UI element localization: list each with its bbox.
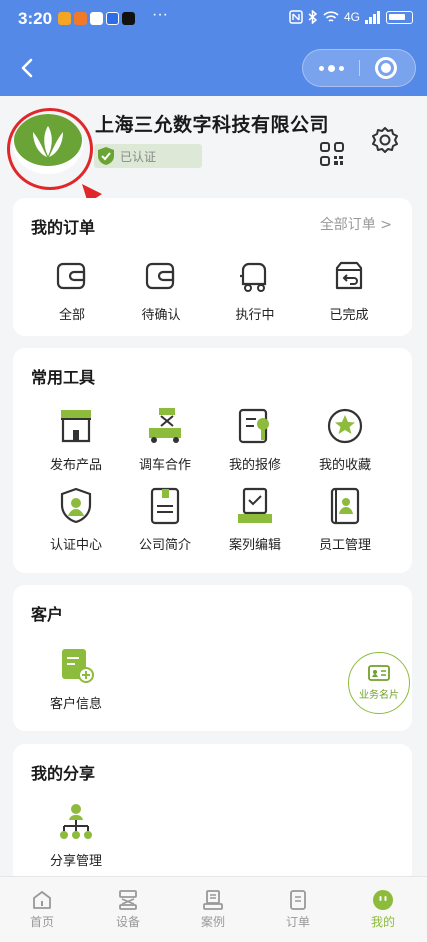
wallet-icon — [56, 262, 86, 290]
orders-title: 我的订单 — [31, 218, 96, 237]
battery-icon — [386, 10, 413, 24]
tool-case-edit[interactable]: 案列编辑 — [210, 486, 300, 553]
edit-case-icon — [238, 487, 272, 523]
tool-label: 调车合作 — [138, 458, 191, 473]
bottom-tab-bar: 首页 设备 案例 订单 我的 — [0, 876, 427, 942]
customer-add-icon — [62, 649, 94, 683]
order-filter-completed[interactable]: 已完成 — [304, 256, 394, 323]
shield-check-icon — [60, 487, 92, 524]
verified-badge: 已认证 — [94, 144, 202, 168]
tool-publish-product[interactable]: 发布产品 — [31, 406, 121, 473]
app-notification-icon — [74, 12, 87, 25]
tool-company-profile[interactable]: 公司简介 — [120, 486, 210, 553]
app-notification-icon — [58, 12, 71, 25]
order-filter-label: 全部 — [58, 308, 85, 323]
document-icon — [150, 487, 180, 525]
shop-icon — [61, 410, 91, 443]
tool-label: 发布产品 — [49, 458, 102, 473]
tool-label: 我的报修 — [228, 458, 281, 473]
equipment-icon — [119, 890, 137, 910]
status-more-dots: ··· — [152, 6, 168, 23]
order-filter-label: 已完成 — [329, 308, 369, 323]
tool-my-repairs[interactable]: 我的报修 — [210, 406, 300, 473]
qr-code-icon[interactable] — [320, 142, 344, 166]
staff-icon — [330, 487, 360, 525]
tab-cases[interactable]: 案例 — [178, 889, 248, 930]
verified-label: 已认证 — [120, 149, 157, 164]
tools-card: 常用工具 发布产品 调车合作 我的报修 我的收藏 认证中心 公司简介 案列编辑 … — [13, 348, 412, 573]
order-filter-pending[interactable]: 待确认 — [116, 256, 206, 323]
tab-label: 订单 — [285, 915, 310, 929]
share-card: 我的分享 分享管理 — [13, 744, 412, 884]
app-notification-icon — [106, 12, 119, 25]
customers-card: 客户 客户信息 — [13, 585, 412, 731]
tool-car-cooperation[interactable]: 调车合作 — [120, 406, 210, 473]
share-management-button[interactable]: 分享管理 — [31, 802, 121, 869]
wifi-icon — [323, 11, 339, 22]
nfc-icon — [289, 10, 303, 24]
order-icon — [290, 890, 306, 910]
wallet-icon — [145, 262, 175, 290]
more-dots-icon[interactable] — [303, 50, 359, 86]
company-name: 上海三允数字科技有限公司 — [95, 114, 330, 136]
tab-home[interactable]: 首页 — [7, 889, 77, 930]
orders-card: 我的订单 全部订单 > 全部 待确认 执行中 已完成 — [13, 198, 412, 336]
tab-label: 我的 — [370, 915, 395, 929]
share-title: 我的分享 — [31, 764, 96, 783]
tab-mine[interactable]: 我的 — [348, 889, 418, 930]
star-icon — [327, 408, 363, 444]
target-icon[interactable] — [375, 57, 397, 79]
mini-program-capsule — [302, 49, 416, 87]
case-icon — [203, 890, 223, 910]
tab-equipment[interactable]: 设备 — [93, 889, 163, 930]
status-app-icons — [58, 12, 135, 25]
customer-info-button[interactable]: 客户信息 — [31, 645, 121, 712]
profile-face-icon — [373, 890, 393, 910]
scissor-lift-icon — [149, 408, 181, 443]
all-orders-link[interactable]: 全部订单 > — [320, 214, 392, 234]
order-filter-label: 待确认 — [141, 308, 181, 323]
shield-check-icon — [98, 147, 114, 165]
repair-icon — [238, 408, 269, 444]
tab-orders[interactable]: 订单 — [263, 889, 333, 930]
signal-icon — [365, 10, 380, 24]
annotation-circle — [7, 108, 93, 190]
share-management-label: 分享管理 — [49, 854, 102, 869]
id-card-icon — [368, 665, 390, 681]
order-filter-label: 执行中 — [235, 308, 275, 323]
truck-icon — [240, 262, 267, 292]
tool-label: 认证中心 — [49, 538, 102, 553]
status-time: 3:20 — [18, 9, 53, 28]
customer-info-label: 客户信息 — [49, 697, 102, 712]
status-bar: 3:20 ··· 4G — [0, 0, 427, 40]
tab-label: 设备 — [115, 915, 140, 929]
box-return-icon — [335, 261, 363, 290]
tool-label: 我的收藏 — [318, 458, 371, 473]
app-notification-icon — [90, 12, 103, 25]
tools-title: 常用工具 — [31, 368, 96, 387]
tool-certification-center[interactable]: 认证中心 — [31, 486, 121, 553]
capsule-divider — [359, 60, 360, 76]
nav-bar — [0, 40, 427, 96]
network-type: 4G — [343, 10, 360, 24]
business-card-label: 业务名片 — [359, 690, 399, 701]
chevron-left-icon[interactable] — [14, 52, 42, 84]
tool-staff-management[interactable]: 员工管理 — [300, 486, 390, 553]
bluetooth-icon — [308, 10, 318, 24]
tab-label: 案例 — [200, 915, 225, 929]
tool-label: 案列编辑 — [228, 538, 281, 553]
business-card-button[interactable]: 业务名片 — [348, 652, 410, 714]
org-chart-icon — [60, 804, 92, 839]
home-icon — [33, 891, 51, 909]
tool-label: 公司简介 — [138, 538, 191, 553]
tiktok-icon — [122, 12, 135, 25]
tab-label: 首页 — [29, 915, 54, 929]
customers-title: 客户 — [31, 605, 64, 624]
status-indicators: 4G — [289, 10, 413, 24]
gear-icon[interactable] — [371, 126, 399, 154]
tool-my-favorites[interactable]: 我的收藏 — [300, 406, 390, 473]
tool-label: 员工管理 — [318, 538, 371, 553]
order-filter-in-progress[interactable]: 执行中 — [210, 256, 300, 323]
order-filter-all[interactable]: 全部 — [27, 256, 117, 323]
